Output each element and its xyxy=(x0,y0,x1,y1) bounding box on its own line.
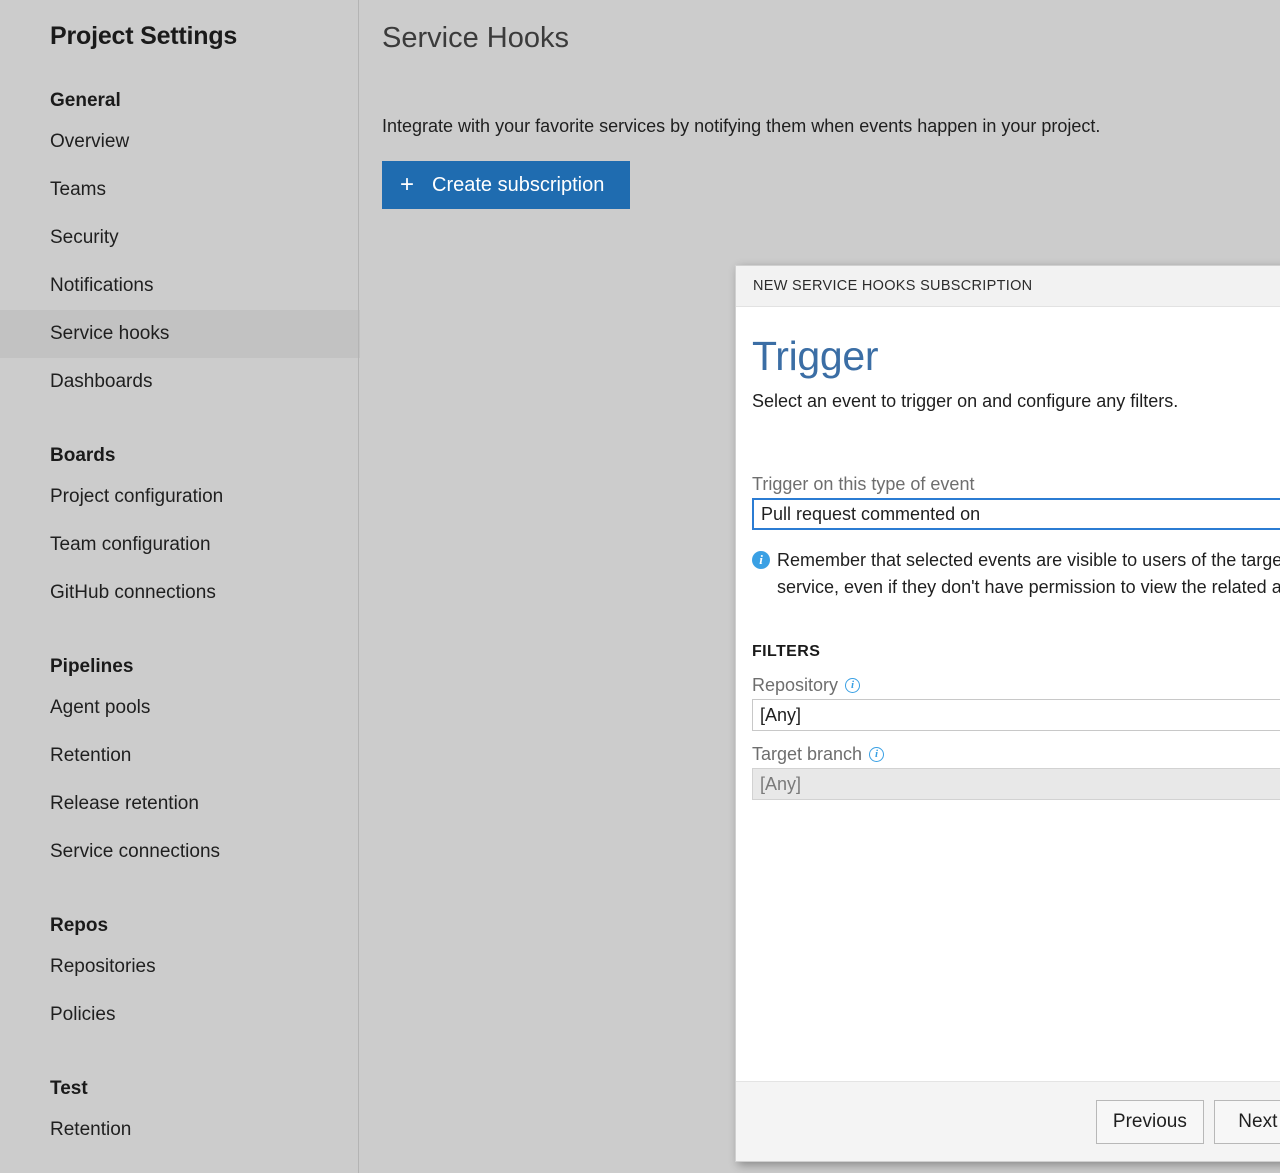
dialog-body: Trigger Select an event to trigger on an… xyxy=(736,307,1280,1081)
sidebar-item-repositories[interactable]: Repositories xyxy=(0,943,360,991)
sidebar-group-repos: Repos xyxy=(0,915,360,937)
sidebar-item-project-configuration[interactable]: Project configuration xyxy=(0,473,360,521)
info-icon[interactable]: i xyxy=(845,678,860,693)
next-button[interactable]: Next xyxy=(1214,1100,1280,1144)
app-root: Project Settings General OverviewTeamsSec… xyxy=(0,0,1280,1173)
page-title: Service Hooks xyxy=(382,18,1280,58)
filter-label-wrap: Repository i xyxy=(752,675,860,696)
sidebar-nav: General OverviewTeamsSecurityNotification… xyxy=(0,90,360,1154)
sidebar-item-service-hooks[interactable]: Service hooks xyxy=(0,310,360,358)
sidebar-item-team-configuration[interactable]: Team configuration xyxy=(0,521,360,569)
sidebar-group-general: General xyxy=(0,90,360,112)
event-type-value: Pull request commented on xyxy=(761,504,980,525)
sidebar-group-pipelines: Pipelines xyxy=(0,656,360,678)
dialog-footer: PreviousNextTestFinishCancel xyxy=(736,1081,1280,1161)
info-icon[interactable]: i xyxy=(869,747,884,762)
dialog-titlebar: NEW SERVICE HOOKS SUBSCRIPTION × xyxy=(736,266,1280,307)
previous-button[interactable]: Previous xyxy=(1096,1100,1204,1144)
filter-field: Target branchioptional[Any] xyxy=(752,744,1280,800)
main-content: Service Hooks Integrate with your favori… xyxy=(360,0,1280,1173)
sidebar-item-retention[interactable]: Retention xyxy=(0,732,360,780)
filter-label: Target branch xyxy=(752,744,862,765)
event-visibility-note: i Remember that selected events are visi… xyxy=(752,547,1280,601)
filter-field: Repositoryioptional[Any] xyxy=(752,675,1280,731)
filter-select-target-branch: [Any] xyxy=(752,768,1280,800)
sidebar-item-agent-pools[interactable]: Agent pools xyxy=(0,684,360,732)
filter-label-wrap: Target branch i xyxy=(752,744,884,765)
sidebar-item-teams[interactable]: Teams xyxy=(0,166,360,214)
sidebar-item-service-connections[interactable]: Service connections xyxy=(0,828,360,876)
event-type-label: Trigger on this type of event xyxy=(752,474,1280,495)
filters-section-header: FILTERS xyxy=(752,643,1280,661)
sidebar-item-github-connections[interactable]: GitHub connections xyxy=(0,569,360,617)
sidebar-group-boards: Boards xyxy=(0,445,360,467)
event-type-select[interactable]: Pull request commented on xyxy=(752,498,1280,530)
sidebar-item-security[interactable]: Security xyxy=(0,214,360,262)
create-subscription-button[interactable]: + Create subscription xyxy=(382,161,630,209)
sidebar-item-overview[interactable]: Overview xyxy=(0,118,360,166)
sidebar-title: Project Settings xyxy=(0,0,360,51)
filters-list: Repositoryioptional[Any]Target branchiop… xyxy=(752,675,1280,800)
plus-icon: + xyxy=(400,173,414,197)
sidebar-group-test: Test xyxy=(0,1078,360,1100)
sidebar-item-retention[interactable]: Retention xyxy=(0,1106,360,1154)
filter-label-row: Target branchioptional xyxy=(752,744,1280,765)
settings-sidebar: Project Settings General OverviewTeamsSec… xyxy=(0,0,360,1173)
wizard-button-group: PreviousNextTestFinishCancel xyxy=(1086,1100,1280,1144)
sidebar-divider xyxy=(358,0,359,1173)
sidebar-item-release-retention[interactable]: Release retention xyxy=(0,780,360,828)
sidebar-item-notifications[interactable]: Notifications xyxy=(0,262,360,310)
filter-label: Repository xyxy=(752,675,838,696)
dialog-title: NEW SERVICE HOOKS SUBSCRIPTION xyxy=(753,278,1032,294)
wizard-step-title: Trigger xyxy=(752,331,1280,381)
filter-value: [Any] xyxy=(760,705,801,726)
event-visibility-note-text: Remember that selected events are visibl… xyxy=(777,547,1280,601)
wizard-step-subtitle: Select an event to trigger on and config… xyxy=(752,391,1280,412)
sidebar-item-policies[interactable]: Policies xyxy=(0,991,360,1039)
page-description: Integrate with your favorite services by… xyxy=(382,116,1280,137)
filter-value: [Any] xyxy=(760,774,801,795)
filter-label-row: Repositoryioptional xyxy=(752,675,1280,696)
sidebar-item-dashboards[interactable]: Dashboards xyxy=(0,358,360,406)
filter-select-repository[interactable]: [Any] xyxy=(752,699,1280,731)
info-icon: i xyxy=(752,551,770,569)
new-subscription-dialog: NEW SERVICE HOOKS SUBSCRIPTION × Trigger… xyxy=(735,265,1280,1162)
create-subscription-label: Create subscription xyxy=(432,174,604,197)
